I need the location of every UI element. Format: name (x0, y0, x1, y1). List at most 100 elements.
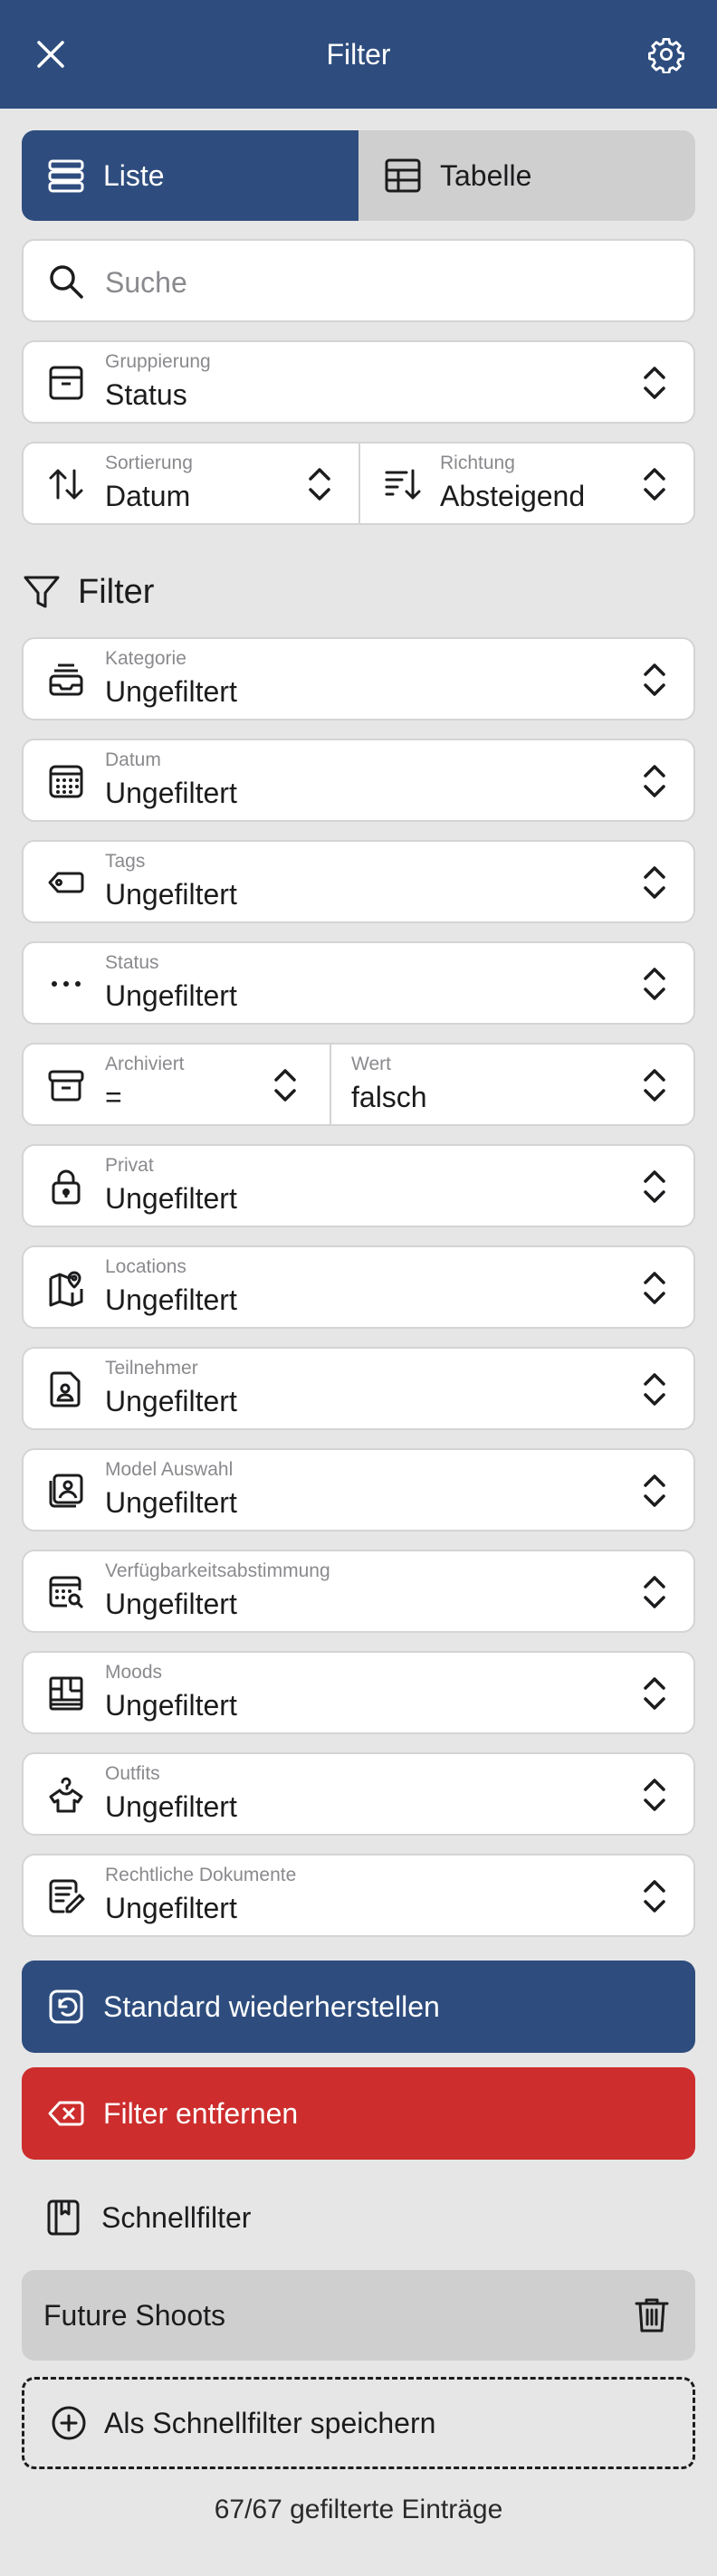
result-count: 67/67 gefilterte Einträge (214, 2495, 503, 2524)
filter-kategorie[interactable]: Kategorie Ungefiltert (22, 637, 695, 720)
table-icon (385, 158, 421, 193)
trash-icon[interactable] (634, 2295, 670, 2335)
filter-value: Ungefiltert (105, 979, 237, 1012)
archived-operator-select[interactable]: Archiviert = (24, 1045, 330, 1124)
chevron-up-down-icon (309, 468, 330, 501)
filter-model-auswahl[interactable]: Model Auswahl Ungefiltert (22, 1448, 695, 1531)
filter-label: Locations (105, 1256, 186, 1277)
search-icon (47, 262, 85, 301)
sort-descending-icon (384, 465, 422, 503)
tab-table-label: Tabelle (440, 158, 532, 192)
filter-section-label: Filter (78, 572, 155, 611)
chevron-up-down-icon (644, 1779, 665, 1811)
filter-label: Privat (105, 1155, 154, 1176)
direction-label: Richtung (440, 453, 515, 473)
sort-arrows-icon (47, 465, 85, 503)
filter-value: Ungefiltert (105, 878, 237, 911)
tray-stack-icon (47, 661, 85, 699)
grouping-label: Gruppierung (105, 351, 211, 372)
search-input[interactable]: Suche (22, 239, 695, 322)
chevron-up-down-icon (644, 663, 665, 696)
filter-value: Ungefiltert (105, 1588, 237, 1620)
direction-select[interactable]: Richtung Absteigend (358, 444, 693, 523)
chevron-up-down-icon (644, 1880, 665, 1913)
chevron-up-down-icon (644, 1069, 665, 1102)
map-pin-icon (47, 1269, 85, 1307)
filter-label: Moods (105, 1662, 163, 1683)
filter-teilnehmer[interactable]: Teilnehmer Ungefiltert (22, 1347, 695, 1430)
archived-value-select[interactable]: Wert falsch (330, 1045, 693, 1124)
close-button[interactable] (24, 27, 78, 81)
lock-icon (47, 1168, 85, 1206)
ellipsis-icon (47, 965, 85, 1003)
filter-label: Tags (105, 851, 146, 872)
save-quick-filter-button[interactable]: Als Schnellfilter speichern (22, 2377, 695, 2469)
archived-label: Archiviert (105, 1054, 185, 1074)
filter-label: Teilnehmer (105, 1358, 198, 1379)
remove-filter-button[interactable]: Filter entfernen (22, 2067, 695, 2160)
filter-rechtliche-dokumente[interactable]: Rechtliche Dokumente Ungefiltert (22, 1854, 695, 1937)
moodboard-icon (47, 1674, 85, 1713)
nav-bar: Filter (0, 0, 717, 109)
filter-label: Kategorie (105, 648, 186, 669)
filter-status[interactable]: Status Ungefiltert (22, 941, 695, 1025)
grouping-value: Status (105, 378, 187, 411)
filter-moods[interactable]: Moods Ungefiltert (22, 1651, 695, 1734)
filter-label: Datum (105, 749, 161, 770)
filter-section-title: Filter (22, 565, 154, 619)
chevron-up-down-icon (644, 1576, 665, 1608)
close-icon (37, 41, 64, 68)
filter-value: Ungefiltert (105, 1892, 237, 1924)
filter-label: Verfügbarkeitsabstimmung (105, 1560, 330, 1581)
settings-button[interactable] (639, 27, 693, 81)
archive-box-icon (47, 364, 85, 402)
calendar-icon (47, 762, 85, 800)
restore-defaults-button[interactable]: Standard wiederherstellen (22, 1961, 695, 2053)
tab-table[interactable]: Tabelle (358, 130, 695, 221)
filter-value: Ungefiltert (105, 1182, 237, 1215)
filter-tags[interactable]: Tags Ungefiltert (22, 840, 695, 923)
filter-value: Ungefiltert (105, 675, 237, 708)
view-toggle: Liste Tabelle (22, 130, 695, 221)
filter-label: Outfits (105, 1763, 160, 1784)
remove-filter-label: Filter entfernen (103, 2096, 299, 2130)
grouping-select[interactable]: Gruppierung Status (22, 340, 695, 424)
quick-filters-title: Schnellfilter (43, 2190, 251, 2245)
page-title: Filter (326, 37, 391, 71)
quick-filters-label: Schnellfilter (101, 2200, 252, 2234)
filter-locations[interactable]: Locations Ungefiltert (22, 1245, 695, 1329)
chevron-up-down-icon (644, 1170, 665, 1203)
archived-value-label: Wert (351, 1054, 391, 1074)
filter-archived-row: Archiviert = Wert falsch (22, 1043, 695, 1126)
chevron-up-down-icon (644, 1373, 665, 1406)
filter-outfits[interactable]: Outfits Ungefiltert (22, 1752, 695, 1836)
filter-value: Ungefiltert (105, 1385, 237, 1417)
filter-privat[interactable]: Privat Ungefiltert (22, 1144, 695, 1227)
sorting-select[interactable]: Sortierung Datum (24, 444, 358, 523)
chevron-up-down-icon (644, 1474, 665, 1507)
person-document-icon (47, 1370, 85, 1408)
filter-label: Status (105, 952, 159, 973)
chevron-up-down-icon (644, 765, 665, 797)
photo-stack-icon (47, 1472, 85, 1510)
archived-value: falsch (351, 1081, 427, 1113)
chevron-up-down-icon (644, 1272, 665, 1304)
tag-icon (47, 863, 85, 902)
quick-filter-name: Future Shoots (43, 2298, 225, 2332)
tab-list[interactable]: Liste (22, 130, 358, 221)
quick-filter-item[interactable]: Future Shoots (22, 2270, 695, 2361)
save-quick-filter-label: Als Schnellfilter speichern (104, 2406, 436, 2439)
funnel-icon (24, 576, 60, 608)
filter-verfuegbarkeit[interactable]: Verfügbarkeitsabstimmung Ungefiltert (22, 1550, 695, 1633)
chevron-up-down-icon (274, 1069, 296, 1102)
tab-list-label: Liste (103, 158, 165, 192)
sorting-value: Datum (105, 480, 191, 512)
restore-defaults-label: Standard wiederherstellen (103, 1989, 440, 2023)
chevron-up-down-icon (644, 367, 665, 399)
archived-operator: = (105, 1081, 122, 1113)
calendar-search-icon (47, 1573, 85, 1611)
filter-datum[interactable]: Datum Ungefiltert (22, 739, 695, 822)
delete-backspace-icon (48, 2101, 84, 2126)
direction-value: Absteigend (440, 480, 586, 512)
chevron-up-down-icon (644, 468, 665, 501)
